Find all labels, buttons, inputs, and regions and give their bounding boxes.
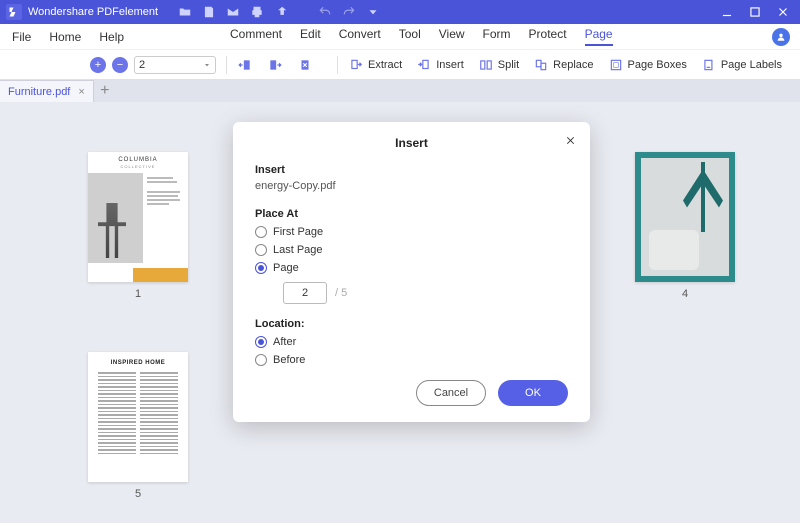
redo-icon[interactable] xyxy=(342,5,356,19)
split-button[interactable]: Split xyxy=(478,57,519,73)
page-thumbnails-area: COLUMBIA COLLECTIVE 1 4 INSPIRED HOME 5 … xyxy=(0,102,800,523)
radio-last-page[interactable] xyxy=(255,244,267,256)
open-icon[interactable] xyxy=(178,5,192,19)
user-avatar[interactable] xyxy=(772,28,790,46)
app-title: Wondershare PDFelement xyxy=(28,6,158,18)
page-number-input[interactable]: 2 xyxy=(134,56,216,74)
radio-last-page-label: Last Page xyxy=(273,244,323,256)
menu-home[interactable]: Home xyxy=(49,30,81,44)
tab-label: Furniture.pdf xyxy=(8,86,70,98)
pagelabels-button[interactable]: Page Labels xyxy=(701,57,782,73)
insert-button[interactable]: Insert xyxy=(416,57,464,73)
insert-dialog: Insert Insert energy-Copy.pdf Place At F… xyxy=(233,122,590,422)
radio-page-label: Page xyxy=(273,262,299,274)
titlebar: Wondershare PDFelement xyxy=(0,0,800,24)
section-placeat-label: Place At xyxy=(255,208,568,220)
minimize-icon[interactable] xyxy=(720,5,734,19)
chevron-down-icon xyxy=(203,61,211,69)
pageboxes-button[interactable]: Page Boxes xyxy=(608,57,687,73)
print-icon[interactable] xyxy=(250,5,264,19)
delete-page-button[interactable] xyxy=(297,57,313,73)
radio-before-row[interactable]: Before xyxy=(255,354,568,366)
menu-tool[interactable]: Tool xyxy=(399,27,421,46)
extract-button[interactable]: Extract xyxy=(348,57,402,73)
radio-after-label: After xyxy=(273,336,296,348)
document-tab[interactable]: Furniture.pdf × xyxy=(0,80,94,102)
menu-protect[interactable]: Protect xyxy=(529,27,567,46)
menu-comment[interactable]: Comment xyxy=(230,27,282,46)
ok-button[interactable]: OK xyxy=(498,380,568,406)
page-number-field[interactable]: 2 xyxy=(283,282,327,304)
menu-help[interactable]: Help xyxy=(99,30,124,44)
section-insert-label: Insert xyxy=(255,164,568,176)
close-icon[interactable] xyxy=(776,5,790,19)
dropdown-icon[interactable] xyxy=(366,5,380,19)
menu-view[interactable]: View xyxy=(439,27,465,46)
radio-first-page-label: First Page xyxy=(273,226,323,238)
menu-convert[interactable]: Convert xyxy=(339,27,381,46)
dialog-title: Insert xyxy=(255,136,568,150)
insert-left-button[interactable] xyxy=(237,57,253,73)
undo-icon[interactable] xyxy=(318,5,332,19)
page-toolbar: + − 2 Extract Insert Split Replace Page … xyxy=(0,50,800,80)
insert-filename: energy-Copy.pdf xyxy=(255,180,568,192)
radio-before-label: Before xyxy=(273,354,305,366)
mail-icon[interactable] xyxy=(226,5,240,19)
radio-page[interactable] xyxy=(255,262,267,274)
radio-first-page[interactable] xyxy=(255,226,267,238)
page-total-label: / 5 xyxy=(335,287,347,299)
save-icon[interactable] xyxy=(202,5,216,19)
menu-form[interactable]: Form xyxy=(483,27,511,46)
dialog-close-button[interactable] xyxy=(562,132,578,148)
menu-edit[interactable]: Edit xyxy=(300,27,321,46)
page-number-value: 2 xyxy=(139,59,203,71)
radio-before[interactable] xyxy=(255,354,267,366)
share-icon[interactable] xyxy=(274,5,288,19)
replace-button[interactable]: Replace xyxy=(533,57,593,73)
menu-page[interactable]: Page xyxy=(585,27,613,46)
tabbar: Furniture.pdf × + xyxy=(0,80,800,102)
menu-file[interactable]: File xyxy=(12,30,31,44)
menubar: File Home Help Comment Edit Convert Tool… xyxy=(0,24,800,50)
zoom-out-button[interactable]: − xyxy=(112,57,128,73)
radio-after[interactable] xyxy=(255,336,267,348)
app-logo xyxy=(6,4,22,20)
insert-right-button[interactable] xyxy=(267,57,283,73)
cancel-button[interactable]: Cancel xyxy=(416,380,486,406)
zoom-in-button[interactable]: + xyxy=(90,57,106,73)
radio-first-page-row[interactable]: First Page xyxy=(255,226,568,238)
tab-close-icon[interactable]: × xyxy=(78,86,84,98)
radio-after-row[interactable]: After xyxy=(255,336,568,348)
dialog-overlay: Insert Insert energy-Copy.pdf Place At F… xyxy=(0,102,800,523)
maximize-icon[interactable] xyxy=(748,5,762,19)
section-location-label: Location: xyxy=(255,318,568,330)
new-tab-button[interactable]: + xyxy=(94,80,116,102)
radio-page-row[interactable]: Page xyxy=(255,262,568,274)
radio-last-page-row[interactable]: Last Page xyxy=(255,244,568,256)
